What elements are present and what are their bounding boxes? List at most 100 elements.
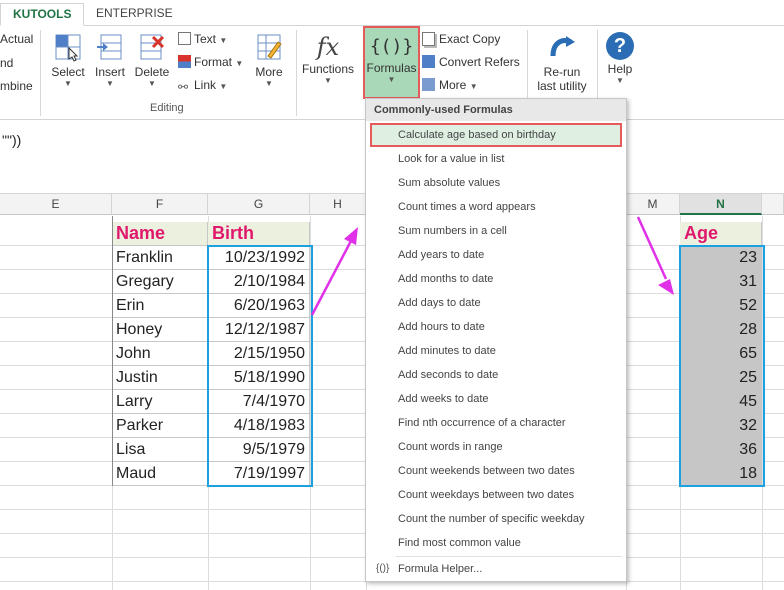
more-grid-icon <box>422 78 435 91</box>
name-header-cell[interactable]: Name <box>112 222 208 246</box>
delete-button[interactable]: Delete ▼ <box>132 32 172 88</box>
formulas-dropdown-menu: Commonly-used Formulas Calculate age bas… <box>365 98 627 582</box>
table-left-border <box>112 216 113 486</box>
menu-item[interactable]: Add seconds to date <box>370 363 622 387</box>
tab-kutools[interactable]: KUTOOLS <box>0 3 85 26</box>
column-header-h[interactable]: H <box>310 193 366 215</box>
copy-icon <box>422 32 435 46</box>
rerun-arrow-icon <box>550 36 575 57</box>
formula-braces-icon: {()} <box>369 36 414 57</box>
menu-item-calculate-age[interactable]: Calculate age based on birthday <box>370 123 622 147</box>
functions-label: Functions <box>301 62 355 76</box>
excel-window: { "tabs": { "kutools": "KUTOOLS", "enter… <box>0 0 784 590</box>
link-button[interactable]: ⚯ Link ▼ <box>178 78 227 94</box>
functions-button[interactable]: fx Functions ▼ <box>300 32 356 85</box>
menu-item[interactable]: Count times a word appears <box>370 195 622 219</box>
name-cell[interactable]: Gregary <box>112 270 208 294</box>
tab-enterprise[interactable]: ENTERPRISE <box>84 3 185 26</box>
menu-item[interactable]: Look for a value in list <box>370 147 622 171</box>
format-icon <box>178 55 191 68</box>
more-formula-button[interactable]: More ▼ <box>422 78 478 92</box>
ribbon-label-nd[interactable]: nd <box>0 56 13 70</box>
chevron-down-icon: ▼ <box>469 82 478 91</box>
age-selection-border <box>679 245 765 487</box>
chevron-down-icon: ▼ <box>106 79 114 88</box>
chevron-down-icon: ▼ <box>324 76 332 85</box>
menu-item[interactable]: Add years to date <box>370 243 622 267</box>
convert-refers-button[interactable]: Convert Refers <box>422 55 520 69</box>
rerun-last-utility-button[interactable]: Re-run last utility <box>530 32 594 93</box>
rerun-label-line2: last utility <box>537 79 587 93</box>
name-cell[interactable]: John <box>112 342 208 366</box>
ribbon-label-combine[interactable]: mbine <box>0 79 33 93</box>
column-header-f[interactable]: F <box>112 193 208 215</box>
menu-item[interactable]: Add hours to date <box>370 315 622 339</box>
more-button[interactable]: More ▼ <box>248 32 290 88</box>
column-header-o[interactable] <box>762 193 784 215</box>
help-button[interactable]: ? Help ▼ <box>602 32 638 85</box>
menu-item[interactable]: Add weeks to date <box>370 387 622 411</box>
column-header-m[interactable]: M <box>626 193 680 215</box>
name-cell[interactable]: Honey <box>112 318 208 342</box>
name-cell[interactable]: Parker <box>112 414 208 438</box>
menu-item[interactable]: Count weekends between two dates <box>370 459 622 483</box>
link-icon: ⚯ <box>178 80 189 94</box>
age-header-cell[interactable]: Age <box>680 222 762 246</box>
formula-helper-icon: {()} <box>376 563 390 574</box>
select-button[interactable]: Select ▼ <box>48 32 88 88</box>
chevron-down-icon: ▼ <box>387 75 396 84</box>
column-header-n[interactable]: N <box>680 193 762 215</box>
delete-label: Delete <box>134 65 170 79</box>
more-label: More <box>255 65 283 79</box>
select-icon <box>55 34 81 62</box>
menu-item[interactable]: Add months to date <box>370 267 622 291</box>
menu-item[interactable]: Add minutes to date <box>370 339 622 363</box>
chevron-down-icon: ▼ <box>235 59 244 68</box>
column-header-g[interactable]: G <box>208 193 310 215</box>
menu-item[interactable]: Count weekdays between two dates <box>370 483 622 507</box>
formula-helper-label: Formula Helper... <box>398 563 483 575</box>
chevron-down-icon: ▼ <box>148 79 156 88</box>
function-fx-icon: fx <box>316 33 340 61</box>
dropdown-section-header: Commonly-used Formulas <box>366 99 626 121</box>
name-cell[interactable]: Justin <box>112 366 208 390</box>
name-cell[interactable]: Larry <box>112 390 208 414</box>
help-label: Help <box>607 62 633 76</box>
rerun-label-line1: Re-run <box>543 65 581 79</box>
text-icon <box>178 32 191 45</box>
chevron-down-icon: ▼ <box>265 79 273 88</box>
chevron-down-icon: ▼ <box>219 82 228 91</box>
chevron-down-icon: ▼ <box>64 79 72 88</box>
formulas-button[interactable]: {()} Formulas ▼ <box>363 26 420 99</box>
birth-header-cell[interactable]: Birth <box>208 222 310 246</box>
menu-item[interactable]: Count the number of specific weekday <box>370 507 622 531</box>
menu-item-formula-helper[interactable]: {()} Formula Helper... <box>370 557 622 581</box>
text-button[interactable]: Text ▼ <box>178 32 227 46</box>
insert-icon <box>97 34 122 60</box>
arrow-birth-to-menu <box>310 227 358 316</box>
insert-button[interactable]: Insert ▼ <box>90 32 130 88</box>
name-cell[interactable]: Maud <box>112 462 208 486</box>
birth-selection-border <box>207 245 313 487</box>
menu-item[interactable]: Sum absolute values <box>370 171 622 195</box>
column-header-e[interactable]: E <box>0 193 112 215</box>
select-label: Select <box>51 65 85 79</box>
more-icon <box>257 34 282 60</box>
name-cell[interactable]: Erin <box>112 294 208 318</box>
menu-item[interactable]: Find most common value <box>370 531 622 555</box>
delete-icon <box>140 34 165 60</box>
formula-bar-text: "")) <box>2 132 22 148</box>
exact-copy-button[interactable]: Exact Copy <box>422 32 500 46</box>
menu-item[interactable]: Sum numbers in a cell <box>370 219 622 243</box>
formulas-label: Formulas <box>366 61 417 75</box>
chevron-down-icon: ▼ <box>219 36 228 45</box>
ribbon-label-actual[interactable]: Actual <box>0 32 33 46</box>
menu-item[interactable]: Find nth occurrence of a character <box>370 411 622 435</box>
name-cell[interactable]: Franklin <box>112 246 208 270</box>
format-button[interactable]: Format ▼ <box>178 55 243 69</box>
menu-item[interactable]: Count words in range <box>370 435 622 459</box>
group-label-editing: Editing <box>150 102 184 114</box>
menu-item[interactable]: Add days to date <box>370 291 622 315</box>
convert-icon <box>422 55 435 68</box>
name-cell[interactable]: Lisa <box>112 438 208 462</box>
